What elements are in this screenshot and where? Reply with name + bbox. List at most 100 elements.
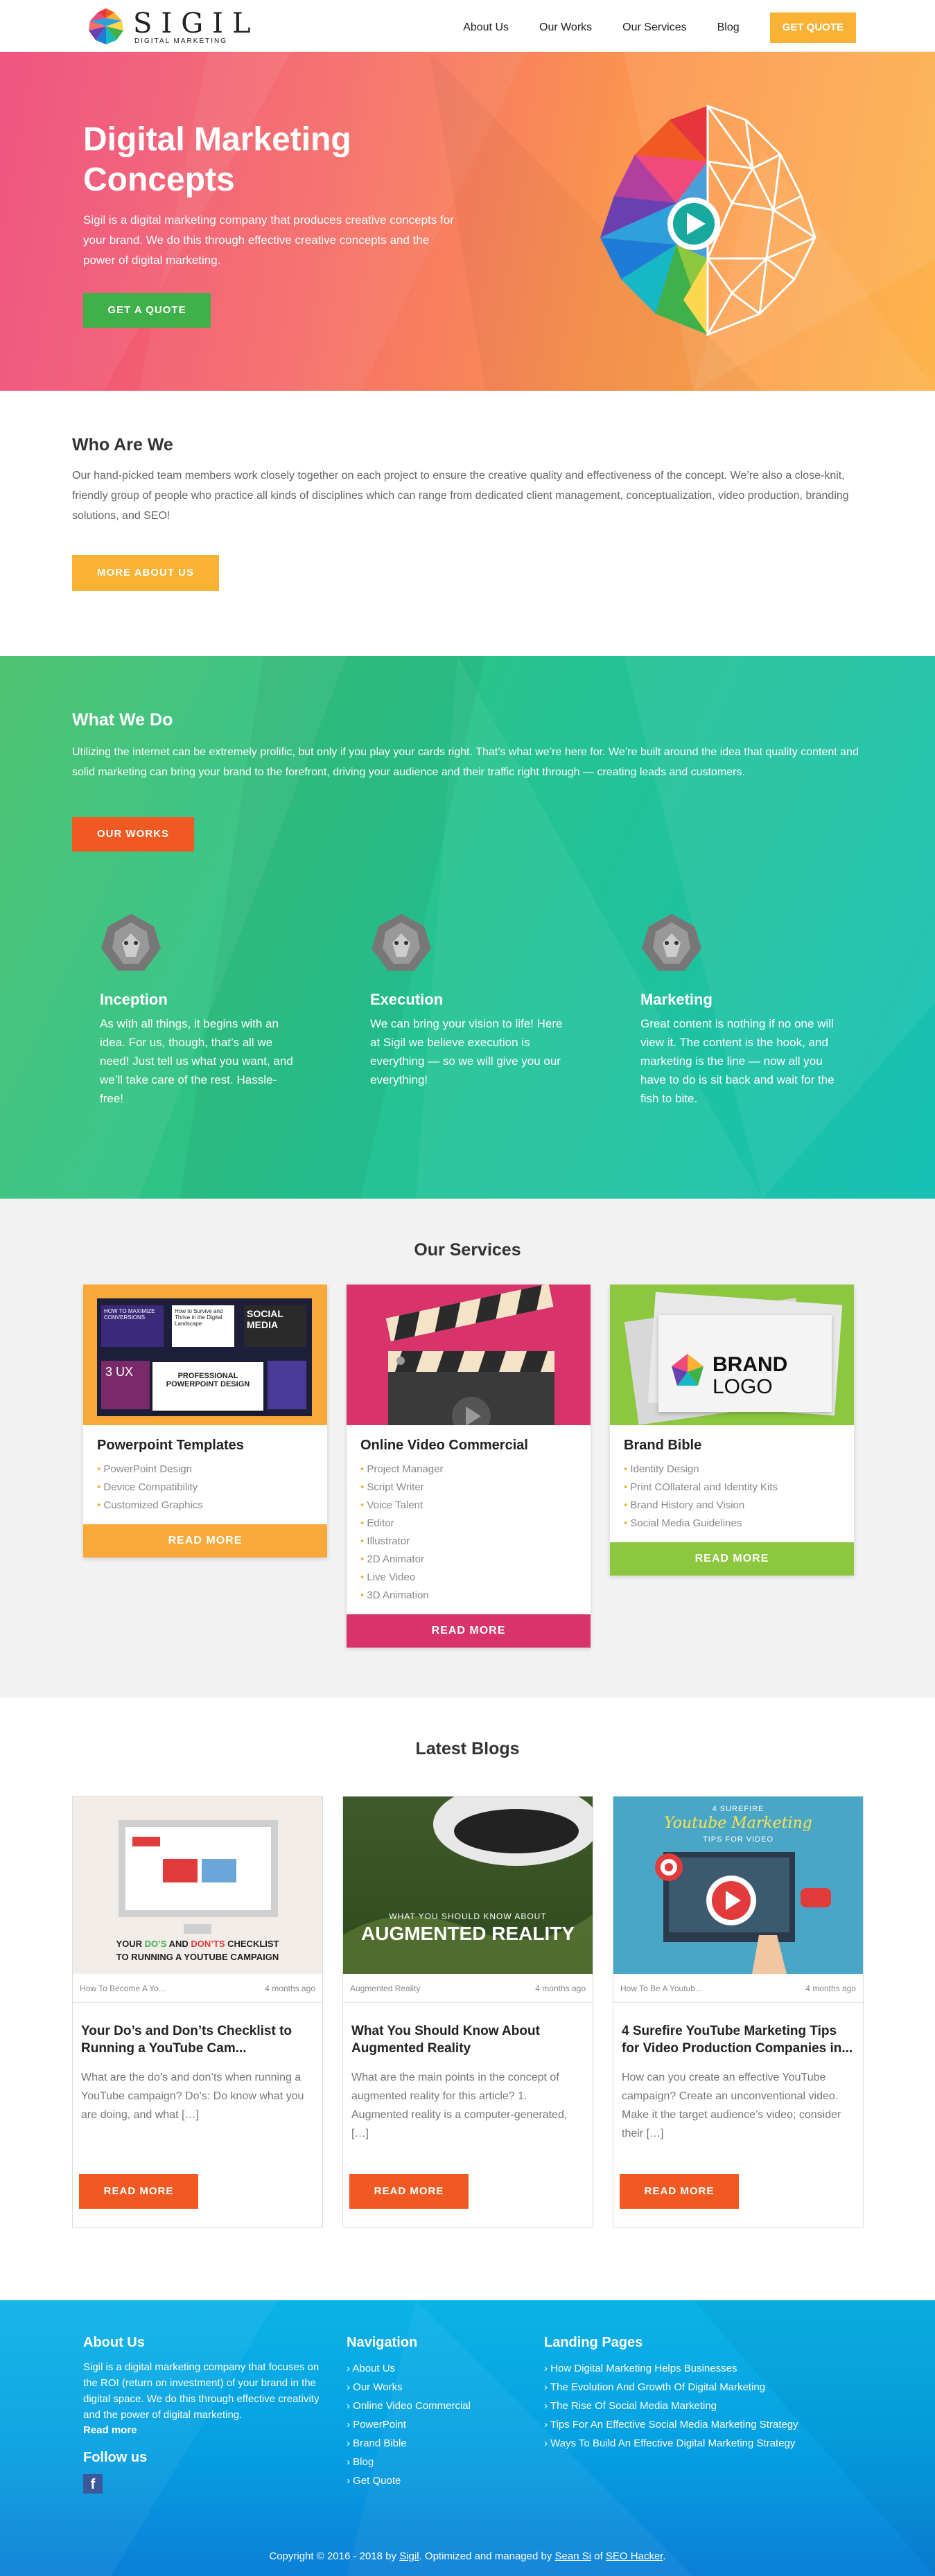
follow-us-title: Follow us	[83, 2450, 148, 2465]
latest-blogs-title: Latest Blogs	[415, 1739, 520, 1758]
what-we-do-section: What We Do Utilizing the internet can be…	[0, 656, 935, 1199]
facebook-icon[interactable]: f	[83, 2474, 103, 2494]
footer-nav-link[interactable]: Blog	[347, 2453, 471, 2471]
service-title: Online Video Commercial	[360, 1438, 528, 1453]
site-footer: About Us Sigil is a digital marketing co…	[0, 2300, 935, 2576]
blog-image[interactable]: YOUR DO’S AND DON’TS CHECKLIST TO RUNNIN…	[73, 1797, 322, 1974]
service-list: Project Manager Script Writer Voice Tale…	[347, 1461, 591, 1614]
service-list-item: 2D Animator	[360, 1551, 577, 1569]
hero-section: Digital Marketing Concepts Sigil is a di…	[0, 52, 935, 391]
sigil-video-play-illustration[interactable]	[573, 92, 843, 355]
footer-landing-pages: Landing Pages How Digital Marketing Help…	[544, 2335, 798, 2453]
feature-title: Inception	[100, 991, 168, 1008]
footer-landing-link[interactable]: Tips For An Effective Social Media Marke…	[544, 2415, 798, 2434]
nav-our-works[interactable]: Our Works	[539, 14, 592, 42]
brand-tagline: DIGITAL MARKETING	[134, 37, 228, 45]
copyright: Copyright © 2016 - 2018 by Sigil. Optimi…	[269, 2550, 666, 2562]
sigil-logo-icon	[672, 1354, 704, 1386]
footer-nav-link[interactable]: PowerPoint	[347, 2415, 471, 2434]
our-services-section: Our Services HOW TO MAXIMIZE CONVERSIONS…	[0, 1199, 935, 1697]
feature-execution: Execution We can bring your vision to li…	[342, 912, 562, 1089]
service-list-item: Device Compatibility	[97, 1479, 313, 1497]
copyright-sean-si-link[interactable]: Sean Si	[555, 2550, 592, 2562]
nav-about-us[interactable]: About Us	[463, 14, 509, 42]
our-works-button[interactable]: OUR WORKS	[72, 817, 194, 852]
read-more-button[interactable]: READ MORE	[349, 2174, 469, 2209]
read-more-button[interactable]: READ MORE	[620, 2174, 739, 2209]
brand-bible-image: BRAND LOGO	[610, 1285, 854, 1425]
site-logo[interactable]: SIGIL DIGITAL MARKETING	[86, 6, 251, 47]
nav-blog[interactable]: Blog	[717, 14, 740, 42]
get-quote-button[interactable]: GET QUOTE	[769, 12, 856, 43]
service-list-item: Live Video	[360, 1569, 577, 1587]
blog-title[interactable]: Your Do’s and Don’ts Checklist to Runnin…	[73, 2003, 322, 2057]
footer-nav-link[interactable]: Our Works	[347, 2378, 471, 2397]
blog-card: WHAT YOU SHOULD KNOW ABOUT AUGMENTED REA…	[342, 1796, 593, 2227]
blog-meta: Augmented Reality 4 months ago	[343, 1974, 593, 2003]
blog-category[interactable]: How To Be A Youtub...	[620, 1984, 702, 1993]
service-list-item: Identity Design	[624, 1461, 840, 1479]
hero-title: Digital Marketing Concepts	[83, 121, 351, 198]
read-more-button[interactable]: READ MORE	[610, 1542, 854, 1576]
feature-title: Execution	[370, 991, 444, 1008]
blog-image[interactable]: WHAT YOU SHOULD KNOW ABOUT AUGMENTED REA…	[343, 1797, 593, 1974]
copyright-seo-hacker-link[interactable]: SEO Hacker	[606, 2550, 663, 2562]
read-more-button[interactable]: READ MORE	[83, 1524, 327, 1558]
service-card-powerpoint: HOW TO MAXIMIZE CONVERSIONS How to Survi…	[83, 1285, 327, 1558]
service-list-item: 3D Animation	[360, 1587, 577, 1605]
more-about-us-button[interactable]: MORE ABOUT US	[72, 555, 219, 591]
service-card-video: Online Video Commercial Project Manager …	[347, 1285, 591, 1648]
footer-nav-link[interactable]: Brand Bible	[347, 2434, 471, 2453]
service-list: Identity Design Print COllateral and Ide…	[610, 1461, 854, 1542]
get-a-quote-button[interactable]: GET A QUOTE	[83, 293, 211, 328]
clapperboard-icon	[385, 1285, 554, 1425]
copyright-sigil-link[interactable]: Sigil	[399, 2550, 419, 2562]
footer-nav-link[interactable]: Get Quote	[347, 2471, 471, 2490]
footer-nav-link[interactable]: About Us	[347, 2359, 471, 2378]
service-list-item: Illustrator	[360, 1533, 577, 1551]
latest-blogs-section: Latest Blogs YOUR DO’S AND DON’TS CHECKL…	[0, 1697, 935, 2300]
lion-icon	[642, 914, 701, 971]
read-more-button[interactable]: READ MORE	[347, 1614, 591, 1648]
footer-landing-link[interactable]: The Rise Of Social Media Marketing	[544, 2397, 798, 2415]
what-we-do-title: What We Do	[72, 710, 173, 730]
footer-landing-link[interactable]: The Evolution And Growth Of Digital Mark…	[544, 2378, 798, 2397]
who-are-we-text: Our hand-picked team members work closel…	[72, 470, 849, 522]
footer-landing-title: Landing Pages	[544, 2335, 643, 2350]
service-card-brand-bible: BRAND LOGO Brand Bible Identity Design P…	[610, 1285, 854, 1576]
sigil-logo-icon	[89, 8, 123, 44]
who-are-we-title: Who Are We	[72, 435, 173, 455]
lion-icon	[372, 914, 431, 971]
blog-image[interactable]: 4 SUREFIRE Youtube Marketing TIPS FOR VI…	[613, 1797, 863, 1974]
feature-marketing: Marketing Great content is nothing if no…	[613, 912, 834, 1108]
service-list-item: Project Manager	[360, 1461, 577, 1479]
blog-card: YOUR DO’S AND DON’TS CHECKLIST TO RUNNIN…	[72, 1796, 323, 2227]
blog-category[interactable]: How To Become A Yo...	[80, 1984, 166, 1993]
blog-excerpt: How can you create an effective YouTube …	[622, 2072, 841, 2140]
footer-landing-link[interactable]: How Digital Marketing Helps Businesses	[544, 2359, 798, 2378]
footer-navigation: Navigation About Us Our Works Online Vid…	[347, 2335, 471, 2490]
feature-title: Marketing	[640, 991, 713, 1008]
blog-title[interactable]: 4 Surefire YouTube Marketing Tips for Vi…	[613, 2003, 863, 2057]
feature-text: As with all things, it begins with an id…	[100, 1017, 293, 1105]
what-we-do-text: Utilizing the internet can be extremely …	[72, 746, 859, 778]
blog-date: 4 months ago	[805, 1983, 856, 1993]
service-list-item: Social Media Guidelines	[624, 1515, 840, 1533]
blog-excerpt: What are the main points in the concept …	[351, 2072, 568, 2140]
blog-excerpt: What are the do’s and don’ts when runnin…	[81, 2072, 304, 2121]
footer-about-text: Sigil is a digital marketing company tha…	[83, 2361, 320, 2421]
service-list-item: Print COllateral and Identity Kits	[624, 1479, 840, 1497]
footer-about: About Us Sigil is a digital marketing co…	[83, 2335, 322, 2494]
service-list-item: Voice Talent	[360, 1497, 577, 1515]
blog-category[interactable]: Augmented Reality	[350, 1984, 420, 1993]
powerpoint-templates-image: HOW TO MAXIMIZE CONVERSIONS How to Survi…	[83, 1285, 327, 1425]
read-more-button[interactable]: READ MORE	[79, 2174, 198, 2209]
nav-our-services[interactable]: Our Services	[622, 14, 686, 42]
brand-name: SIGIL	[133, 8, 260, 39]
service-list: PowerPoint Design Device Compatibility C…	[83, 1461, 327, 1524]
site-header: SIGIL DIGITAL MARKETING About Us Our Wor…	[0, 0, 935, 52]
footer-read-more-link[interactable]: Read more	[83, 2424, 322, 2436]
footer-nav-link[interactable]: Online Video Commercial	[347, 2397, 471, 2415]
blog-title[interactable]: What You Should Know About Augmented Rea…	[343, 2003, 593, 2057]
footer-landing-link[interactable]: Ways To Build An Effective Digital Marke…	[544, 2434, 798, 2453]
